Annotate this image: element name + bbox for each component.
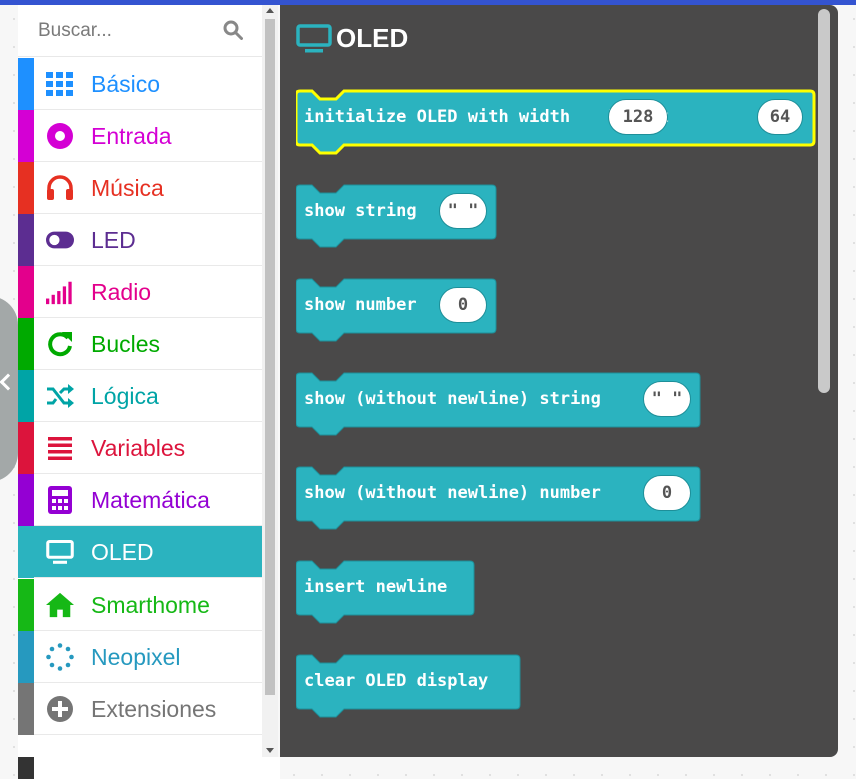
headphones-icon — [46, 174, 74, 202]
toolbox-bottom — [18, 757, 280, 779]
category-matematica[interactable]: Matemática — [18, 474, 262, 526]
scroll-up-arrow-icon[interactable] — [266, 8, 274, 13]
toolbox-bottom-strip — [18, 757, 34, 779]
calculator-icon — [46, 486, 74, 514]
scroll-down-arrow-icon[interactable] — [266, 748, 274, 753]
code-block[interactable]: initialize OLED with widthheight12864 — [296, 89, 816, 155]
category-variables[interactable]: Variables — [18, 422, 262, 474]
toolbox: Básico Entrada Música LED Radio — [18, 5, 262, 757]
category-color-strip — [18, 58, 34, 110]
category-label: LED — [91, 227, 136, 253]
block-value-input[interactable]: " " — [439, 193, 487, 229]
signal-icon — [46, 278, 74, 306]
category-bucles[interactable]: Bucles — [18, 318, 262, 370]
category-color-strip — [18, 631, 34, 683]
code-block[interactable]: show (without newline) number 0 — [296, 465, 701, 530]
category-color-strip — [18, 683, 34, 735]
category-radio[interactable]: Radio — [18, 266, 262, 318]
category-label: Entrada — [91, 123, 172, 149]
shuffle-icon — [46, 382, 74, 410]
refresh-icon — [46, 330, 74, 358]
category-neopixel[interactable]: Neopixel — [18, 631, 262, 683]
plus-circle-icon — [46, 695, 74, 723]
code-block[interactable]: show number 0 — [296, 277, 497, 342]
category-logica[interactable]: Lógica — [18, 370, 262, 422]
block-label: show (without newline) string — [304, 389, 601, 409]
block-value-input[interactable]: 0 — [439, 287, 487, 323]
category-label: Smarthome — [91, 592, 210, 618]
block-value-input[interactable]: 128 — [608, 99, 668, 135]
category-label: Matemática — [91, 487, 210, 513]
category-color-strip — [18, 266, 34, 318]
toolbox-scroll-thumb[interactable] — [265, 19, 275, 695]
block-label: show number — [304, 295, 417, 315]
category-label: Básico — [91, 71, 161, 97]
category-color-strip — [18, 214, 34, 266]
block-flyout: OLED initialize OLED with widthheight128… — [280, 5, 838, 757]
house-icon — [46, 591, 74, 619]
category-color-strip — [18, 579, 34, 631]
category-smarthome[interactable]: Smarthome — [18, 579, 262, 631]
category-label: Extensiones — [91, 696, 217, 722]
flyout-scrollbar[interactable] — [818, 9, 830, 393]
code-block[interactable]: show string " " — [296, 183, 497, 248]
category-color-strip — [18, 162, 34, 214]
monitor-icon — [296, 23, 332, 52]
search-icon[interactable] — [223, 20, 243, 40]
flyout-header: OLED — [296, 23, 408, 54]
code-block[interactable]: clear OLED display — [296, 653, 521, 718]
block-value-input[interactable]: 0 — [643, 475, 691, 511]
toggle-icon — [46, 226, 74, 254]
category-color-strip — [18, 110, 34, 162]
category-musica[interactable]: Música — [18, 162, 262, 214]
category-color-strip — [18, 526, 34, 578]
block-label: show (without newline) number — [304, 483, 601, 503]
category-label: OLED — [91, 539, 154, 565]
category-oled[interactable]: OLED — [18, 526, 262, 578]
category-label: Radio — [91, 279, 152, 305]
block-value-input[interactable]: " " — [643, 381, 691, 417]
category-label: Variables — [91, 435, 186, 461]
category-label: Bucles — [91, 331, 161, 357]
block-label: clear OLED display — [304, 671, 489, 691]
list-icon — [46, 434, 74, 462]
code-block[interactable]: show (without newline) string " " — [296, 371, 701, 436]
category-extensiones[interactable]: Extensiones — [18, 683, 262, 735]
category-led[interactable]: LED — [18, 214, 262, 266]
category-entrada[interactable]: Entrada — [18, 110, 262, 162]
grid-icon — [46, 70, 74, 98]
code-block[interactable]: insert newline — [296, 559, 475, 624]
category-basico[interactable]: Básico — [18, 58, 262, 110]
category-color-strip — [18, 318, 34, 370]
category-color-strip — [18, 474, 34, 526]
block-label: initialize OLED with width — [304, 107, 571, 127]
collapse-panel-tab[interactable] — [0, 296, 18, 482]
category-color-strip — [18, 422, 34, 474]
block-label: insert newline — [304, 577, 448, 597]
category-label: Lógica — [91, 383, 159, 409]
toolbox-scrollbar[interactable] — [262, 5, 278, 757]
circle-dot-icon — [46, 122, 74, 150]
flyout-title: OLED — [336, 23, 409, 53]
monitor-icon — [46, 538, 74, 566]
category-color-strip — [18, 370, 34, 422]
block-value-input[interactable]: 64 — [757, 99, 803, 135]
search-input[interactable] — [38, 17, 218, 45]
category-label: Neopixel — [91, 644, 181, 670]
category-label: Música — [91, 175, 164, 201]
chevron-left-icon — [0, 373, 17, 391]
block-label: show string — [304, 201, 417, 221]
search-bar — [18, 5, 262, 57]
dotted-circle-icon — [46, 643, 74, 671]
